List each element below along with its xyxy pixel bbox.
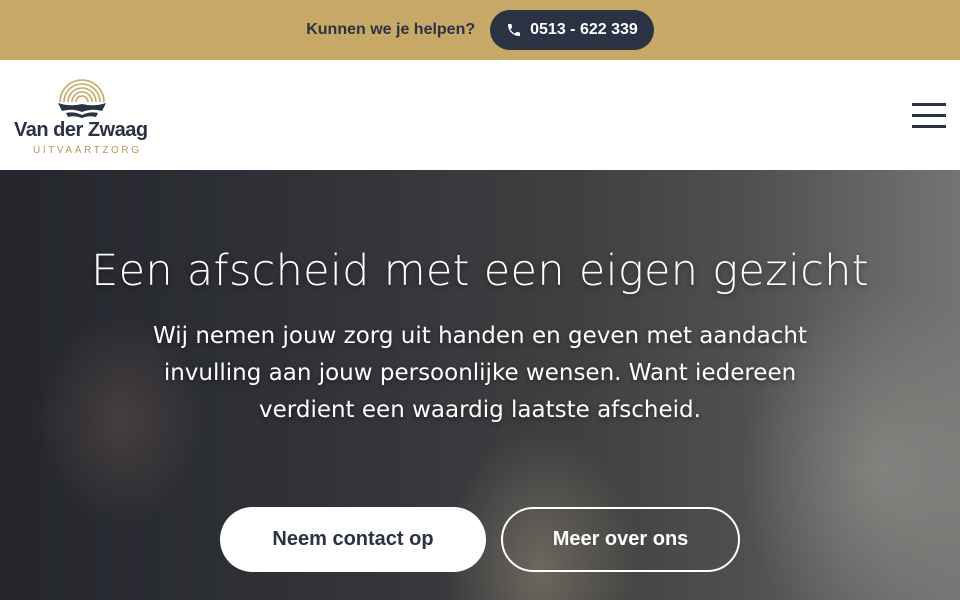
menu-bar-top: [912, 103, 946, 106]
sunrise-logo-icon: [58, 79, 106, 118]
site-header: Van der Zwaag UITVAARTZORG: [0, 60, 960, 170]
hero-title: Een afscheid met een eigen gezicht: [91, 246, 869, 296]
phone-number: 0513 - 622 339: [530, 21, 638, 38]
phone-button[interactable]: 0513 - 622 339: [490, 10, 654, 50]
contact-button[interactable]: Neem contact op: [220, 507, 486, 572]
hamburger-menu-icon[interactable]: [912, 103, 946, 129]
logo[interactable]: Van der Zwaag UITVAARTZORG: [14, 74, 154, 158]
help-bar: Kunnen we je helpen? 0513 - 622 339: [0, 0, 960, 60]
help-text: Kunnen we je helpen?: [306, 21, 476, 38]
about-button[interactable]: Meer over ons: [501, 507, 740, 572]
menu-bar-bottom: [912, 125, 946, 128]
hero-section: Een afscheid met een eigen gezicht Wij n…: [0, 170, 960, 600]
menu-bar-middle: [912, 114, 946, 117]
logo-subtitle: UITVAARTZORG: [33, 145, 142, 156]
logo-name: Van der Zwaag: [14, 119, 148, 141]
hero-text: Wij nemen jouw zorg uit handen en geven …: [153, 323, 807, 423]
phone-icon: [508, 24, 521, 36]
